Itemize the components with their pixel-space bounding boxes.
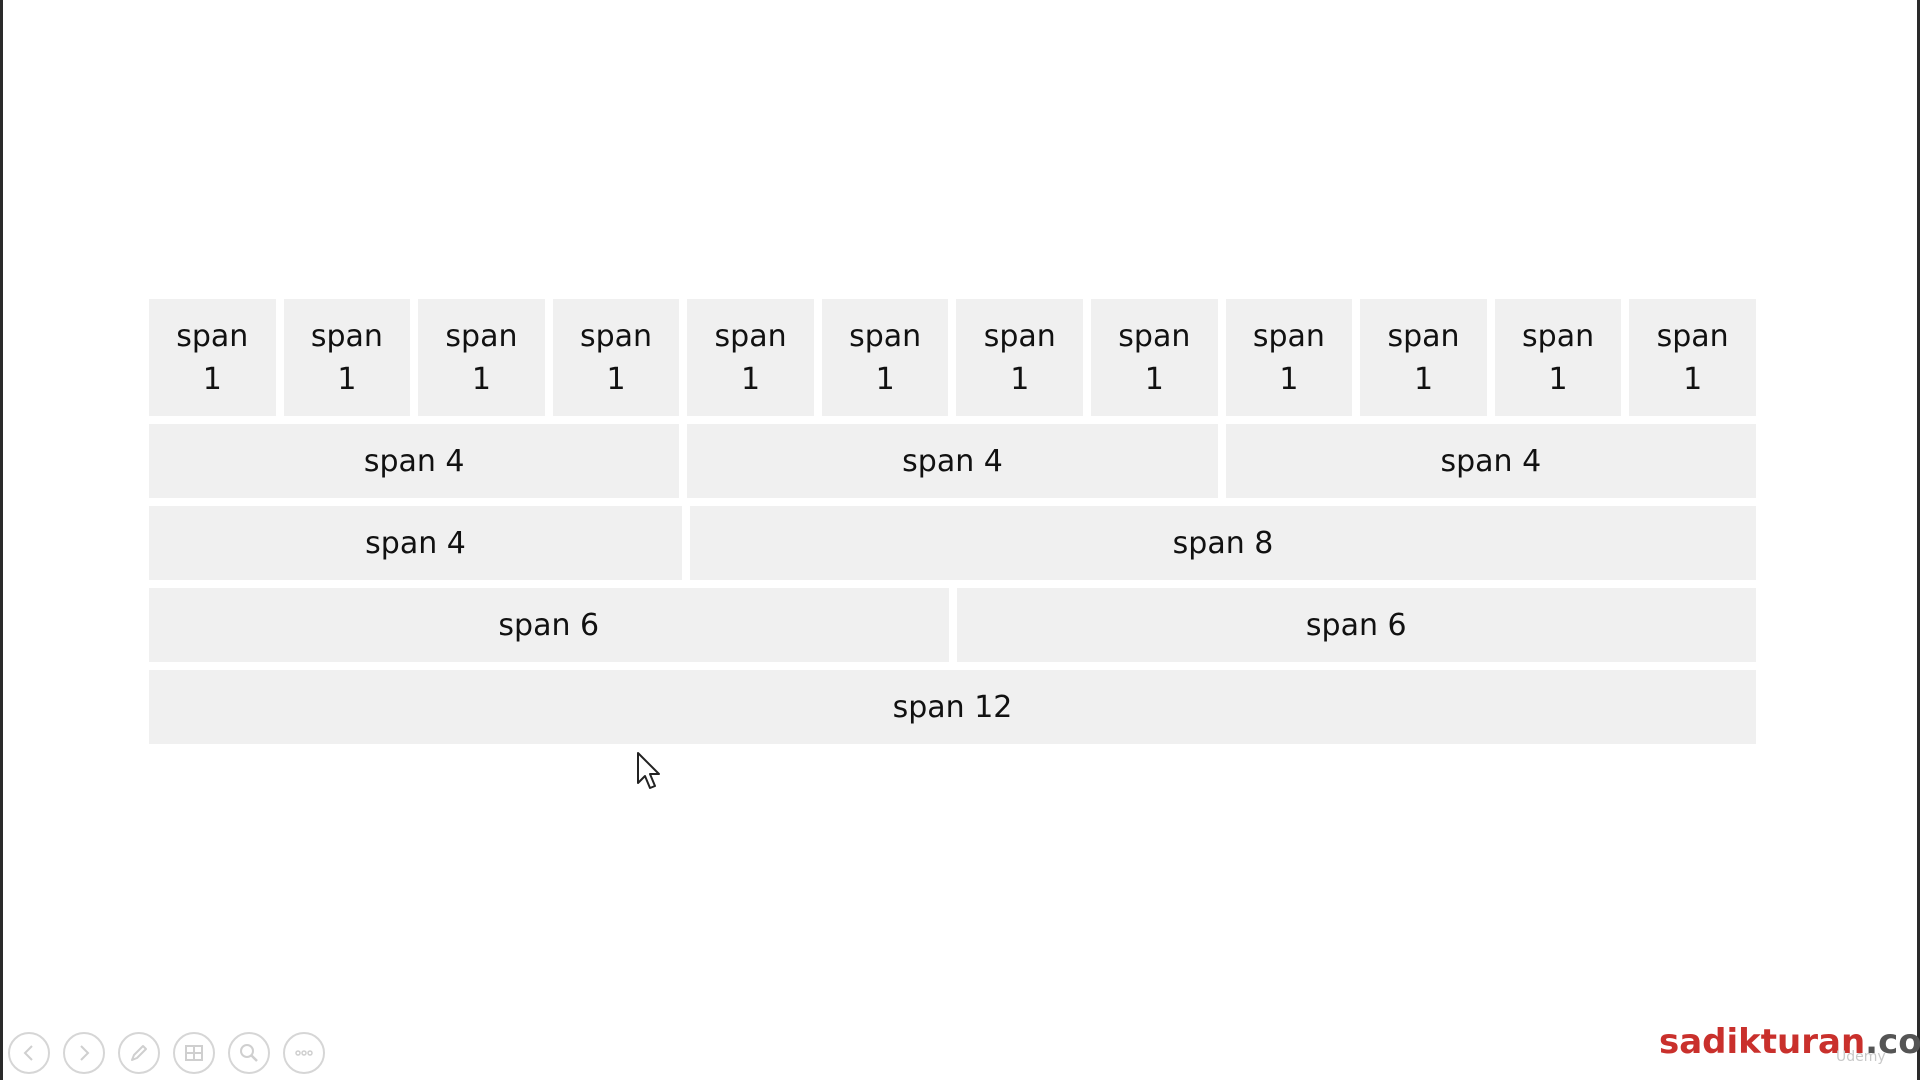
grid-cell-span-1: span 1 bbox=[1225, 299, 1353, 416]
mouse-cursor-icon bbox=[637, 752, 660, 789]
grid-cell-span-8: span 8 bbox=[690, 506, 1756, 580]
zoom-button[interactable] bbox=[228, 1032, 270, 1074]
brand-name: sadikturan bbox=[1659, 1022, 1866, 1062]
pen-tool-button[interactable] bbox=[118, 1032, 160, 1074]
grid-cell-span-1: span 1 bbox=[552, 299, 680, 416]
grid-cell-span-1: span 1 bbox=[149, 299, 276, 416]
see-all-slides-button[interactable] bbox=[173, 1032, 215, 1074]
grid-cell-span-12: span 12 bbox=[149, 670, 1756, 744]
pen-icon bbox=[131, 1045, 147, 1061]
grid-cell-span-1: span 1 bbox=[283, 299, 411, 416]
grid-cell-span-1: span 1 bbox=[1629, 299, 1756, 416]
presentation-controls bbox=[8, 1032, 325, 1074]
grid-cell-span-4: span 4 bbox=[1225, 424, 1756, 498]
window-edge-left bbox=[0, 0, 3, 1080]
grid-cell-span-1: span 1 bbox=[687, 299, 814, 416]
next-icon bbox=[80, 1045, 90, 1061]
grid-demo: span 1 span 1 span 1 span 1 span 1 span … bbox=[149, 299, 1756, 752]
grid-row-span-4-8: span 4 span 8 bbox=[149, 506, 1756, 580]
next-slide-button[interactable] bbox=[63, 1032, 105, 1074]
grid-cell-span-1: span 1 bbox=[1494, 299, 1622, 416]
grid-cell-span-1: span 1 bbox=[821, 299, 949, 416]
grid-row-span-12: span 12 bbox=[149, 670, 1756, 744]
grid-cell-span-4: span 4 bbox=[149, 424, 680, 498]
previous-icon bbox=[23, 1045, 33, 1061]
zoom-icon bbox=[240, 1044, 258, 1062]
grid-row-span-4: span 4 span 4 span 4 bbox=[149, 424, 1756, 498]
grid-cell-span-6: span 6 bbox=[956, 588, 1756, 662]
grid-row-span-1: span 1 span 1 span 1 span 1 span 1 span … bbox=[149, 299, 1756, 416]
more-icon bbox=[295, 1050, 313, 1056]
slide: span 1 span 1 span 1 span 1 span 1 span … bbox=[0, 0, 1920, 1080]
udemy-watermark: Udemy bbox=[1836, 1049, 1886, 1065]
grid-cell-span-1: span 1 bbox=[1091, 299, 1218, 416]
previous-slide-button[interactable] bbox=[8, 1032, 50, 1074]
grid-row-span-6: span 6 span 6 bbox=[149, 588, 1756, 662]
more-options-button[interactable] bbox=[283, 1032, 325, 1074]
slides-icon bbox=[185, 1045, 203, 1061]
grid-cell-span-1: span 1 bbox=[418, 299, 545, 416]
grid-cell-span-1: span 1 bbox=[956, 299, 1084, 416]
grid-cell-span-4: span 4 bbox=[149, 506, 682, 580]
grid-cell-span-1: span 1 bbox=[1360, 299, 1487, 416]
grid-cell-span-6: span 6 bbox=[149, 588, 949, 662]
grid-cell-span-4: span 4 bbox=[687, 424, 1218, 498]
